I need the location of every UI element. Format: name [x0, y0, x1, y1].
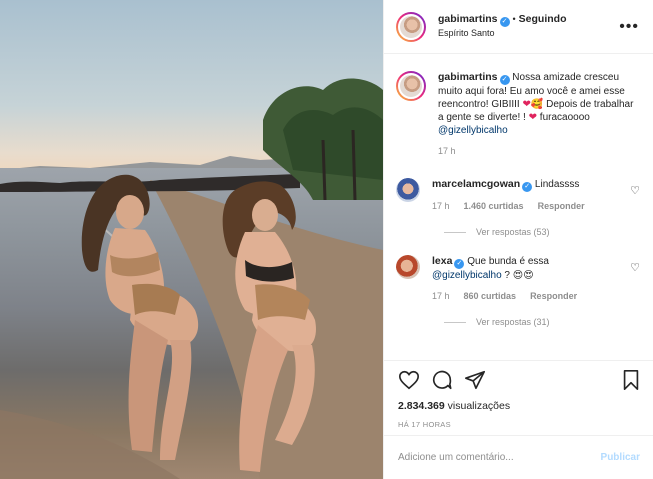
add-comment-bar: Adicione um comentário... Publicar [384, 435, 653, 479]
caption-username-link[interactable]: gabimartins [438, 71, 498, 83]
caption-text-line3: furacaoooo [539, 112, 590, 123]
views-count[interactable]: 2.834.369 visualizações [398, 400, 642, 412]
action-icons [398, 369, 642, 391]
header-username-link[interactable]: gabimartins [438, 13, 498, 25]
comment-body: lexa ✓ Que bunda é essa @gizellybicalho ?… [432, 255, 622, 303]
comment-reply-button[interactable]: Responder [538, 200, 585, 213]
location-link[interactable]: Espírito Santo [438, 27, 567, 40]
post-video[interactable] [0, 0, 383, 479]
view-replies-label[interactable]: Ver respostas (31) [476, 317, 550, 327]
red-heart-emoji: ❤ [528, 112, 538, 123]
header-separator: • [512, 14, 516, 24]
views-label: visualizações [447, 400, 511, 412]
heart-eyes-emoji: 😍 [523, 270, 534, 281]
like-comment-heart-icon[interactable]: ♡ [630, 261, 640, 274]
comment-mention-link[interactable]: @gizellybicalho [432, 270, 502, 281]
caption-avatar[interactable] [396, 71, 426, 101]
post-timestamp[interactable]: HÁ 17 HORAS [398, 420, 642, 429]
view-replies[interactable]: Ver respostas (53) [444, 227, 642, 237]
comment-username-link[interactable]: marcelamcgowan [432, 178, 520, 190]
save-bookmark-icon[interactable] [620, 369, 642, 391]
comment-avatar[interactable] [396, 178, 420, 202]
comment-item: lexa ✓ Que bunda é essa @gizellybicalho ?… [396, 255, 642, 303]
post-dialog: gabimartins ✓ • Seguindo Espírito Santo •••… [0, 0, 653, 479]
comment-text: Que bunda é essa [467, 256, 549, 267]
comment-input[interactable]: Adicione um comentário... [398, 452, 601, 463]
following-button[interactable]: Seguindo [519, 13, 567, 25]
comment-body: marcelamcgowan ✓ Lindassss 17 h 1.460 cur… [432, 178, 622, 213]
comment-likes[interactable]: 1.460 curtidas [464, 200, 524, 213]
avatar[interactable] [396, 11, 426, 42]
view-replies-label[interactable]: Ver respostas (53) [476, 227, 550, 237]
comment-avatar[interactable] [396, 255, 420, 279]
comment-meta: 17 h 860 curtidas Responder [432, 290, 622, 303]
publish-button[interactable]: Publicar [601, 452, 640, 463]
comment-username-link[interactable]: lexa [432, 255, 452, 267]
share-send-icon[interactable] [464, 369, 486, 391]
comment-bubble-icon[interactable] [431, 369, 453, 391]
views-number: 2.834.369 [398, 400, 445, 412]
replies-line [444, 231, 466, 233]
more-options-icon[interactable]: ••• [619, 18, 639, 36]
caption-mention-link[interactable]: @gizellybicalho [438, 125, 508, 136]
replies-line [444, 321, 466, 323]
header-info: gabimartins ✓ • Seguindo Espírito Santo [438, 13, 567, 40]
post-actions: 2.834.369 visualizações HÁ 17 HORAS [384, 360, 653, 429]
two-women-dancing [81, 174, 316, 472]
post-header: gabimartins ✓ • Seguindo Espírito Santo ••• [384, 0, 653, 54]
comment-text: Lindassss [534, 179, 580, 190]
post-side-panel: gabimartins ✓ • Seguindo Espírito Santo •••… [383, 0, 653, 479]
comment-time[interactable]: 17 h [432, 290, 450, 303]
comment-reply-button[interactable]: Responder [530, 290, 577, 303]
comment-time[interactable]: 17 h [432, 200, 450, 213]
verified-badge-icon: ✓ [499, 75, 510, 85]
comments-section: gabimartins ✓ Nossa amizade cresceu muito… [384, 55, 653, 360]
comment-text-after: ? [504, 270, 510, 281]
comment-item: marcelamcgowan ✓ Lindassss 17 h 1.460 cur… [396, 178, 642, 213]
verified-badge-icon: ✓ [522, 182, 533, 192]
verified-badge-icon: ✓ [499, 17, 510, 27]
caption-time[interactable]: 17 h [438, 145, 456, 158]
red-heart-emoji: ❤ [522, 99, 531, 110]
caption-meta: 17 h [438, 145, 638, 158]
caption: gabimartins ✓ Nossa amizade cresceu muito… [396, 71, 642, 158]
like-heart-icon[interactable] [398, 369, 420, 391]
verified-badge-icon: ✓ [454, 259, 465, 269]
caption-body: gabimartins ✓ Nossa amizade cresceu muito… [438, 71, 638, 158]
heart-eyes-emoji: 😍 [512, 270, 524, 281]
like-comment-heart-icon[interactable]: ♡ [630, 184, 640, 197]
comment-likes[interactable]: 860 curtidas [464, 290, 517, 303]
view-replies[interactable]: Ver respostas (31) [444, 317, 642, 327]
comment-meta: 17 h 1.460 curtidas Responder [432, 200, 622, 213]
smiling-hearts-emoji: 🥰 [530, 99, 544, 110]
